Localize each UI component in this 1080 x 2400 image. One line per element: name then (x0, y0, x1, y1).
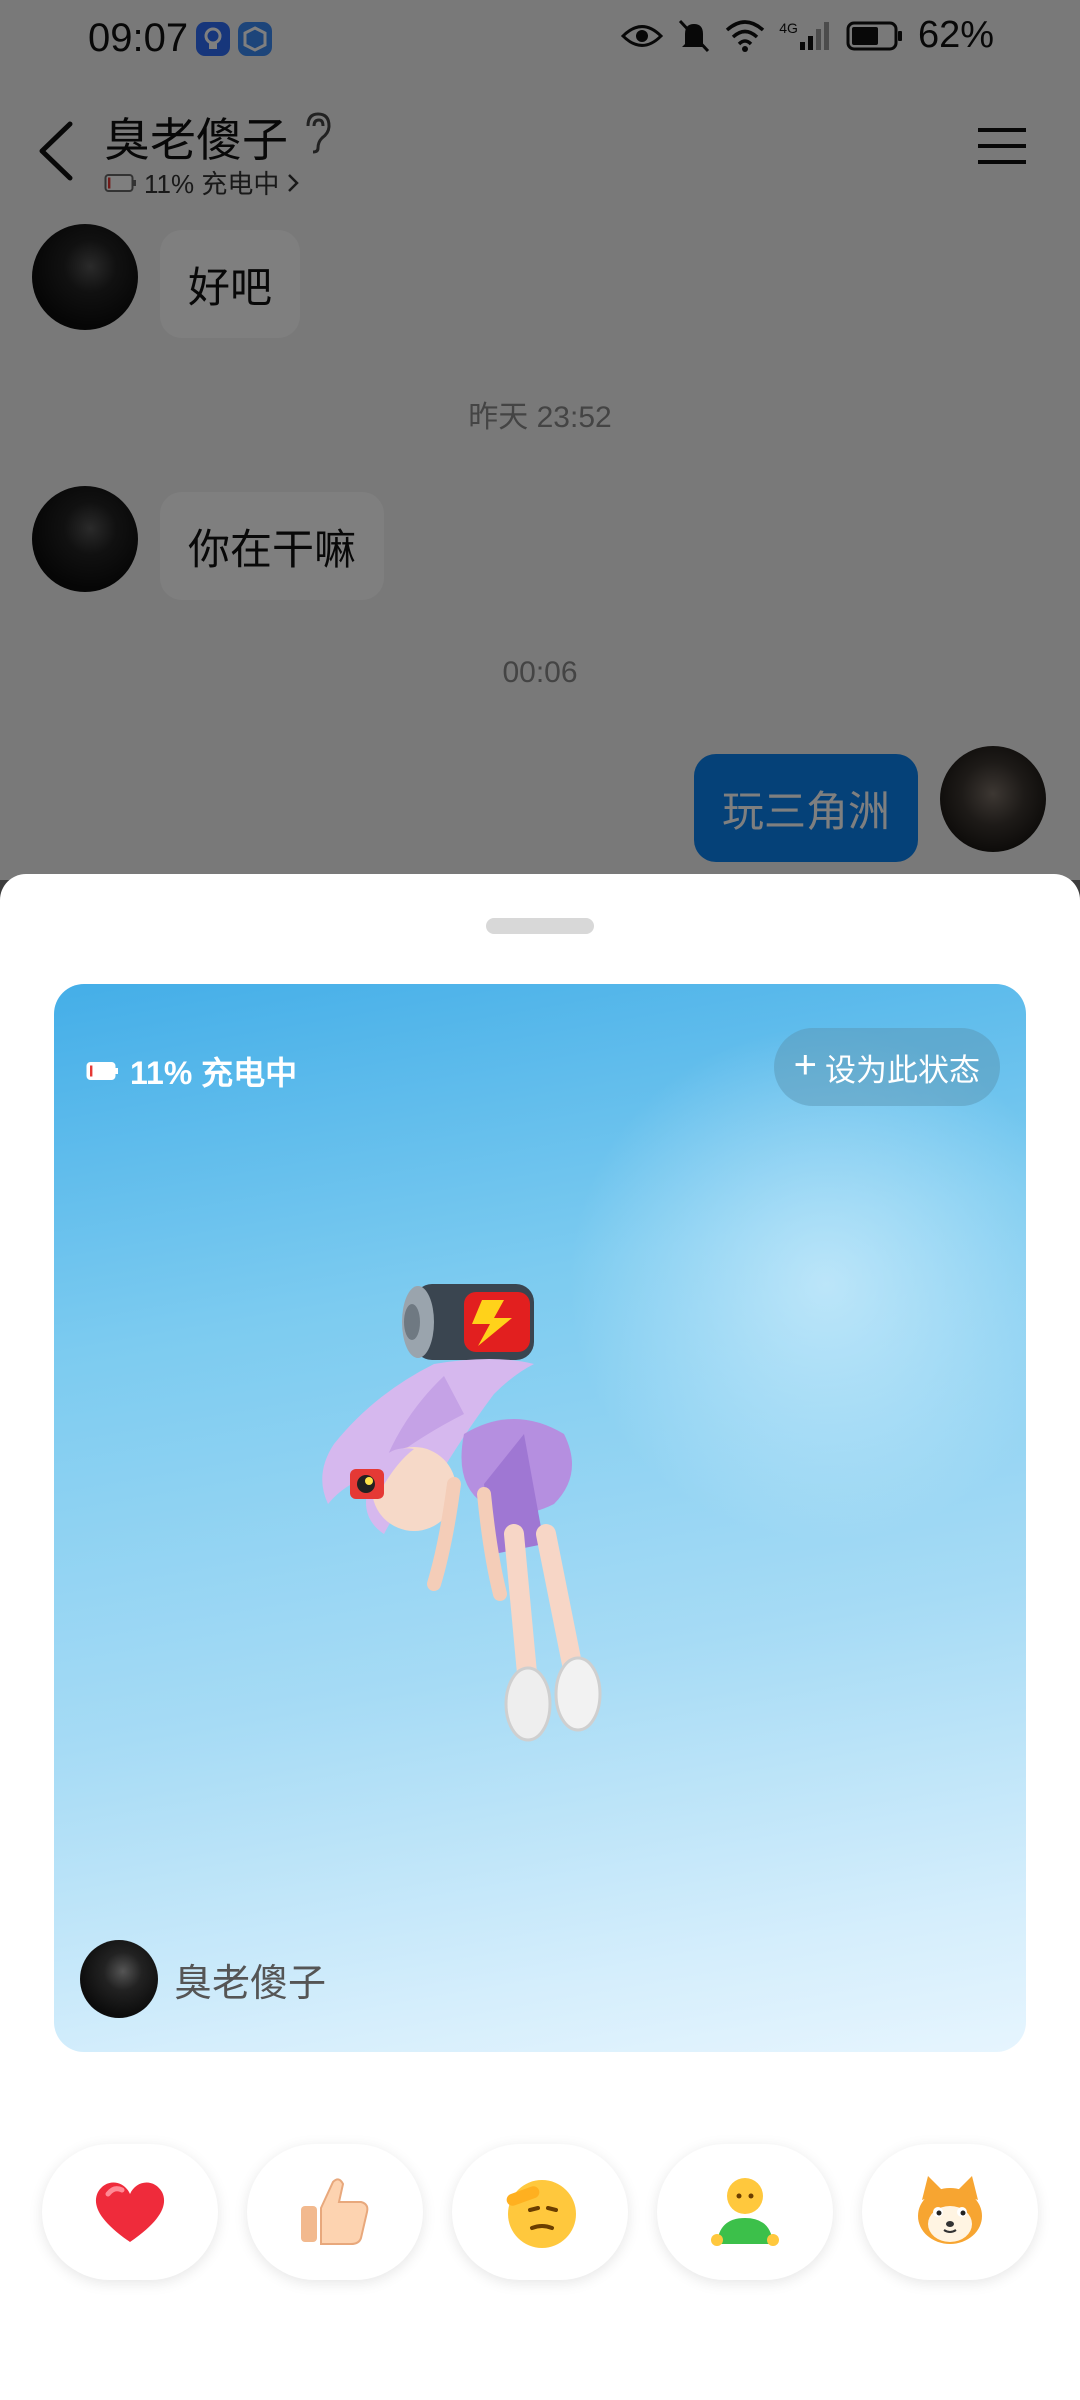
shiba-dog-icon (918, 2176, 982, 2244)
reaction-dog[interactable] (862, 2144, 1038, 2280)
contact-avatar[interactable] (32, 486, 138, 592)
battery-percent: 62% (917, 14, 994, 56)
battery-low-icon (86, 1062, 118, 1080)
ear-icon (306, 112, 331, 154)
message-bubble-received[interactable]: 好吧 (160, 230, 301, 338)
salute-face-icon (506, 2180, 576, 2248)
reaction-person[interactable] (657, 2144, 833, 2280)
cube-app-icon (238, 22, 272, 56)
eye-icon (621, 24, 664, 47)
card-user: 臭老傻子 (80, 1940, 326, 2018)
card-status-text: 11% 充电中 (130, 1055, 298, 1091)
back-button[interactable] (28, 116, 88, 186)
person-emoji-icon (711, 2178, 779, 2246)
message-bubble-sent[interactable]: 玩三角洲 (693, 754, 918, 862)
menu-button[interactable] (976, 124, 1028, 168)
status-card: 11% 充电中 + 设为此状态 臭老傻子 (54, 984, 1026, 2052)
chat-header: 臭老傻子 11% 充电中 (0, 96, 1080, 206)
card-username: 臭老傻子 (174, 1962, 327, 2005)
charging-battery-icon (402, 1284, 534, 1360)
bulb-app-icon (196, 22, 230, 56)
my-avatar[interactable] (940, 746, 1046, 852)
battery-girl-illustration (322, 1284, 602, 1742)
wifi-icon (726, 19, 765, 52)
contact-name[interactable]: 臭老傻子 (104, 104, 288, 170)
thumbs-up-icon (301, 2178, 369, 2245)
reaction-heart[interactable] (42, 2144, 218, 2280)
chat-screen: 09:07 4G 62% 臭老傻子 11% 充电中 好吧 昨天 23:52 你在… (0, 0, 1080, 880)
avatar[interactable] (80, 1940, 158, 2018)
bell-muted-icon (679, 19, 710, 52)
battery-icon (846, 21, 902, 50)
contact-status[interactable]: 11% 充电中 (104, 164, 301, 201)
reaction-thumbs-up[interactable] (247, 2144, 423, 2280)
message-timestamp: 00:06 (502, 656, 578, 689)
plus-icon: + (793, 1043, 817, 1087)
set-status-label: 设为此状态 (825, 1052, 980, 1088)
reaction-salute[interactable] (452, 2144, 628, 2280)
status-bar: 09:07 4G 62% (0, 0, 1080, 80)
heart-icon (95, 2182, 165, 2242)
reaction-bar (42, 2144, 1038, 2284)
contact-avatar[interactable] (32, 224, 138, 330)
contact-status-text: 11% 充电中 (144, 169, 280, 199)
status-time: 09:07 (88, 16, 189, 60)
battery-low-icon (104, 173, 136, 192)
status-bottom-sheet: 11% 充电中 + 设为此状态 臭老傻子 (0, 874, 1080, 2400)
signal-icon (799, 21, 829, 50)
set-status-button[interactable]: + 设为此状态 (773, 1028, 1000, 1106)
card-status: 11% 充电中 (86, 1048, 297, 1094)
chevron-right-icon (288, 173, 300, 192)
message-timestamp: 昨天 23:52 (468, 401, 612, 434)
sheet-drag-handle[interactable] (486, 918, 594, 934)
message-bubble-received[interactable]: 你在干嘛 (160, 492, 385, 600)
network-type: 4G (779, 19, 798, 36)
